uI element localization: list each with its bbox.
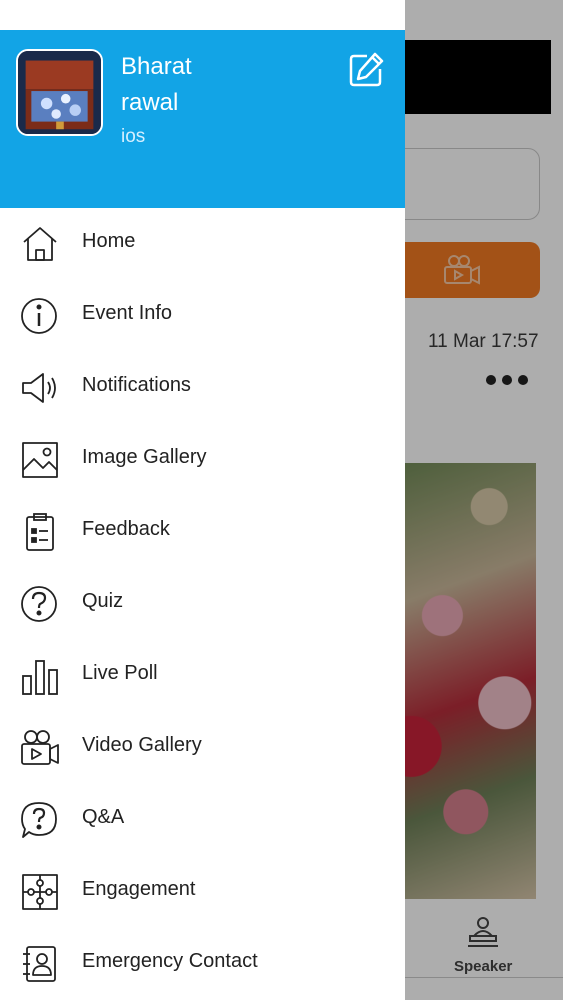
puzzle-icon: [19, 872, 61, 912]
menu-label: Engagement: [82, 878, 196, 900]
menu-label: Video Gallery: [82, 734, 202, 756]
edit-profile-icon[interactable]: [345, 49, 387, 91]
bar-chart-icon: [19, 656, 61, 696]
menu-item-video-gallery[interactable]: Video Gallery: [0, 712, 405, 784]
avatar[interactable]: [16, 49, 103, 136]
menu-item-qa[interactable]: Q&A: [0, 784, 405, 856]
menu-item-image-gallery[interactable]: Image Gallery: [0, 424, 405, 496]
menu-label: Q&A: [82, 806, 125, 828]
menu-label: Live Poll: [82, 662, 158, 684]
contact-book-icon: [19, 944, 61, 984]
user-platform: ios: [121, 126, 146, 147]
menu-label: Emergency Contact: [82, 950, 258, 972]
user-last-name: rawal: [121, 89, 179, 116]
drawer-menu: Home Event Info Notifications Image Gall…: [0, 208, 405, 1000]
menu-item-event-info[interactable]: Event Info: [0, 280, 405, 352]
clipboard-icon: [19, 512, 61, 552]
menu-item-quiz[interactable]: Quiz: [0, 568, 405, 640]
menu-label: Notifications: [82, 374, 191, 396]
menu-item-home[interactable]: Home: [0, 208, 405, 280]
menu-label: Image Gallery: [82, 446, 207, 468]
megaphone-icon: [19, 368, 61, 408]
menu-label: Quiz: [82, 590, 124, 612]
video-camera-icon: [19, 728, 61, 768]
status-bar: [0, 0, 405, 30]
user-first-name: Bharat: [121, 53, 192, 80]
question-icon: [19, 584, 61, 624]
menu-item-live-poll[interactable]: Live Poll: [0, 640, 405, 712]
menu-label: Feedback: [82, 518, 170, 540]
drawer-header: Bharat rawal ios: [0, 30, 405, 208]
image-icon: [19, 440, 61, 480]
chat-question-icon: [19, 800, 61, 840]
menu-item-notifications[interactable]: Notifications: [0, 352, 405, 424]
info-icon: [19, 296, 61, 336]
menu-label: Event Info: [82, 302, 173, 324]
menu-item-emergency-contact[interactable]: Emergency Contact: [0, 928, 405, 1000]
menu-item-engagement[interactable]: Engagement: [0, 856, 405, 928]
menu-item-feedback[interactable]: Feedback: [0, 496, 405, 568]
home-icon: [19, 224, 61, 264]
profile-photo: [18, 51, 101, 134]
navigation-drawer: Bharat rawal ios Home Event Info Notific…: [0, 0, 405, 1000]
menu-label: Home: [82, 230, 136, 252]
